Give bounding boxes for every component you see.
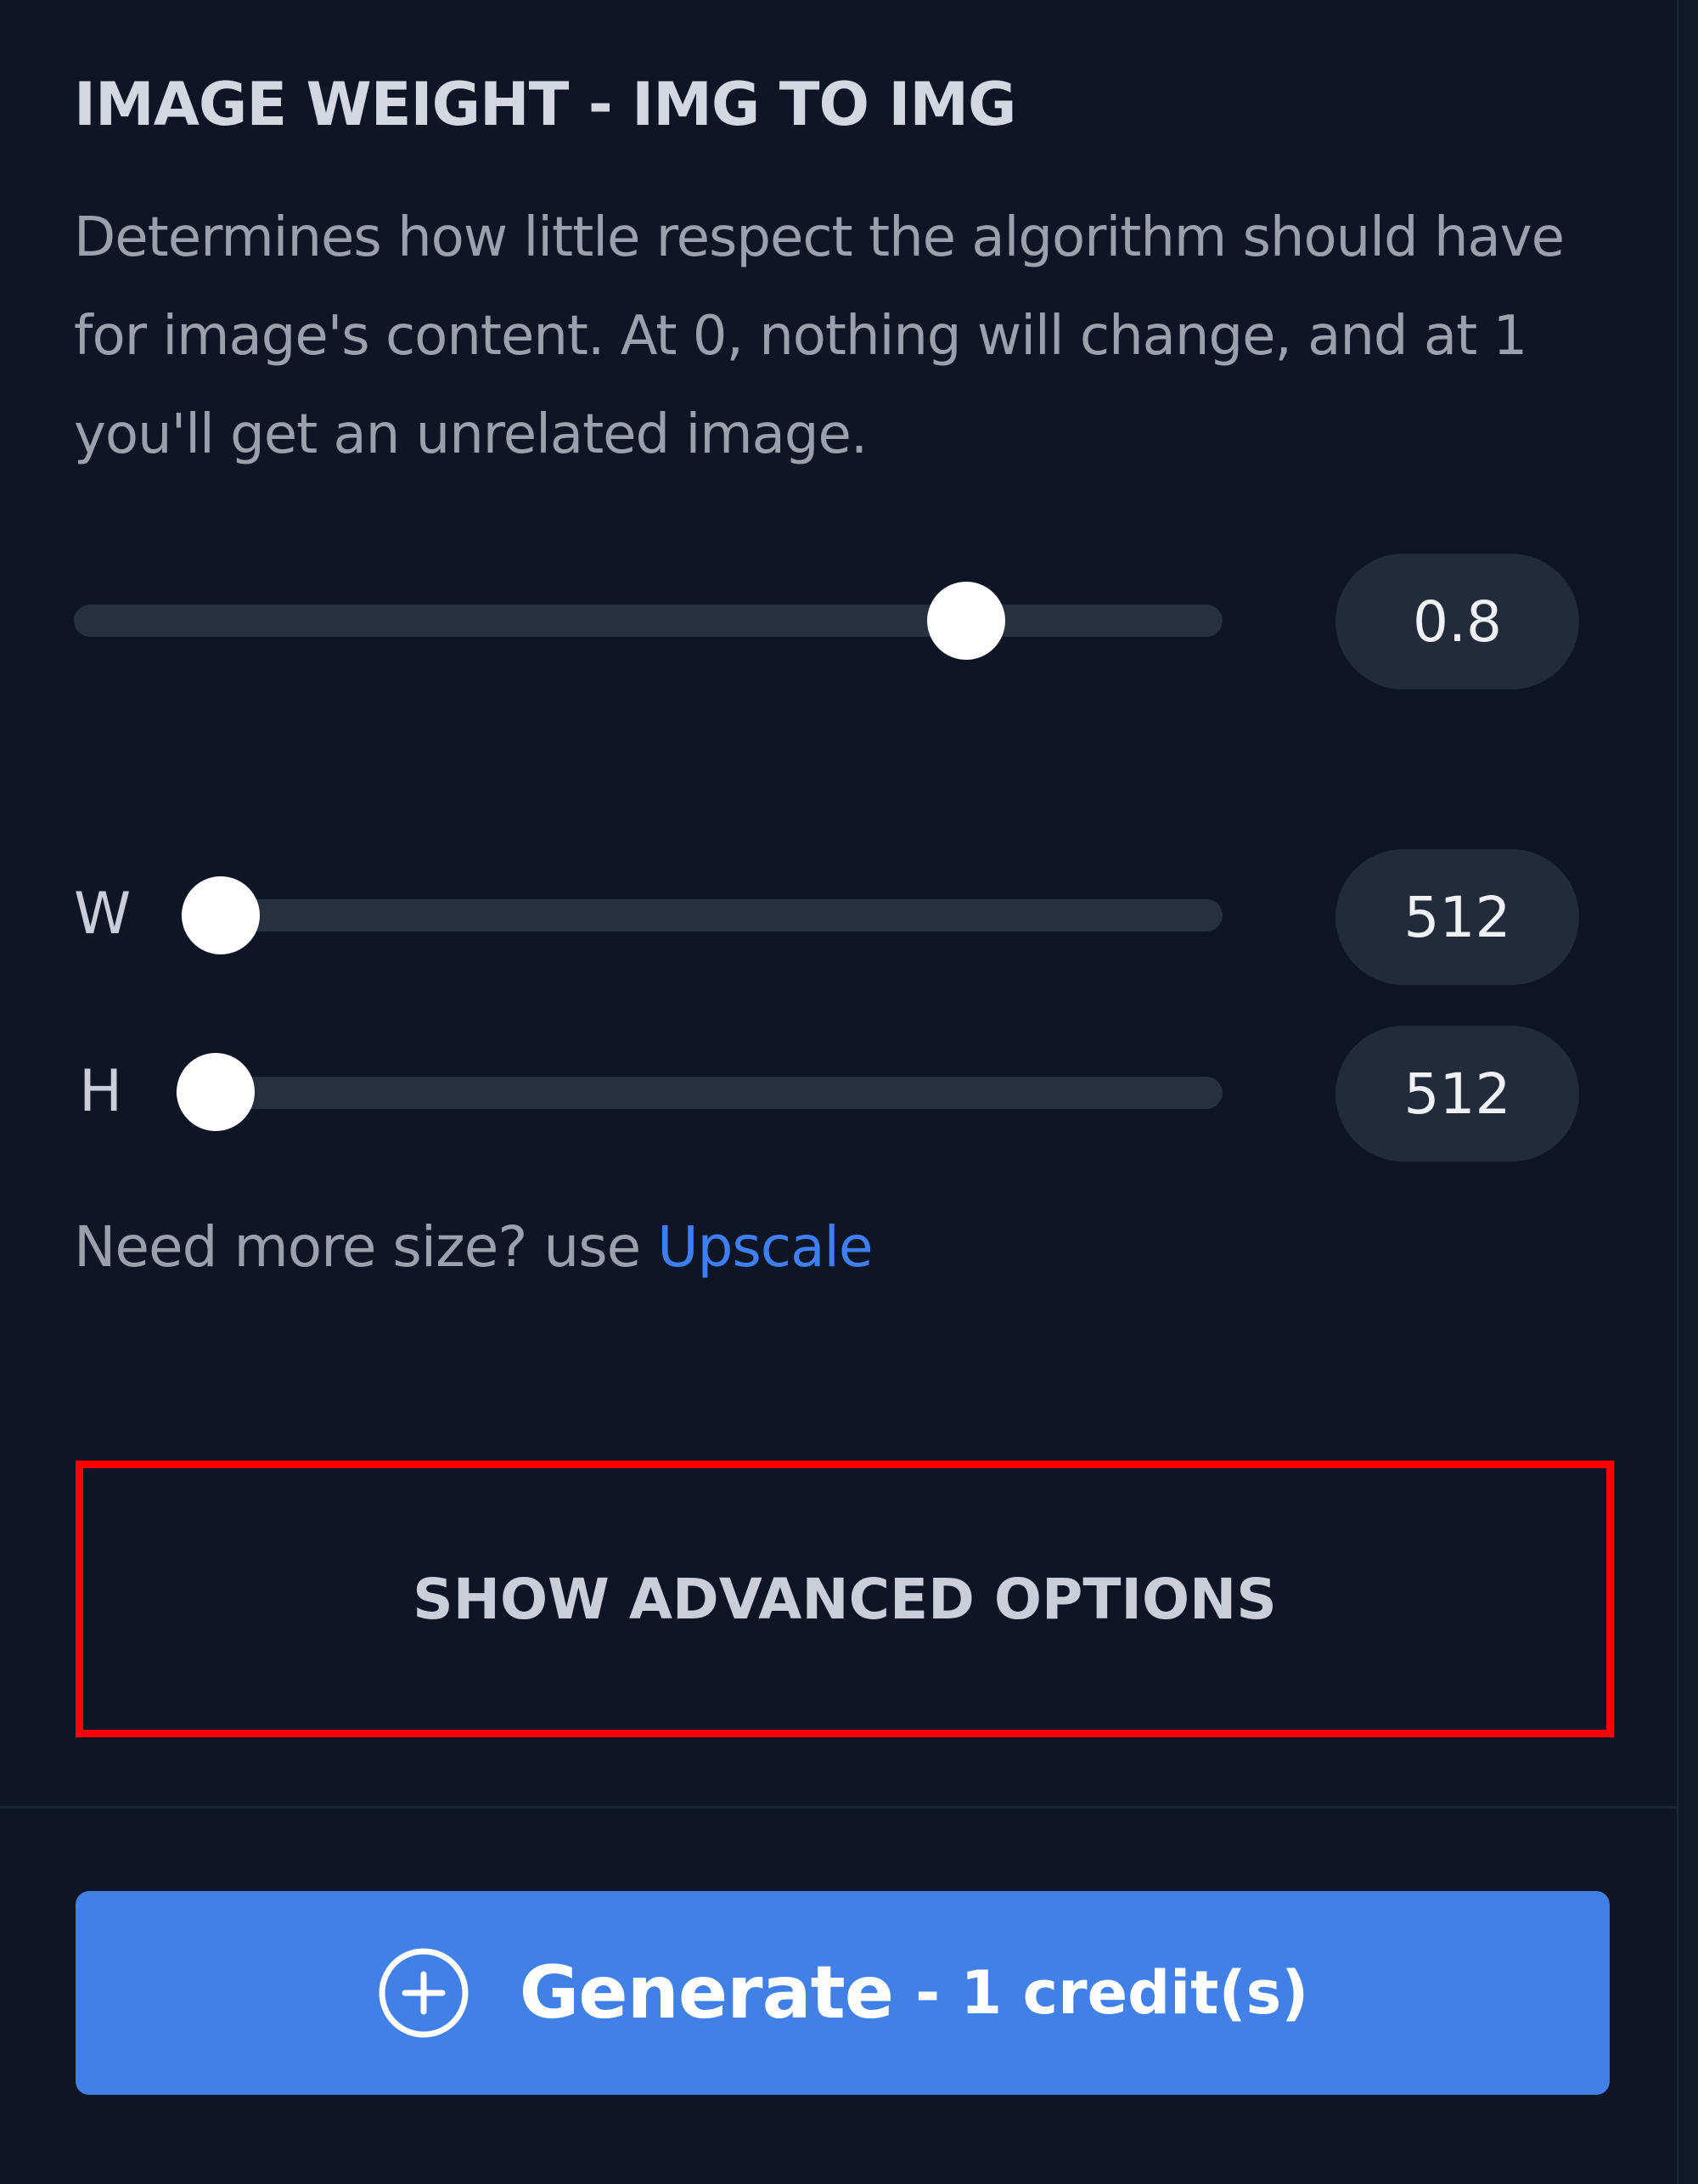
image-weight-slider-thumb[interactable] <box>927 582 1005 660</box>
plus-circle-icon <box>379 1948 469 2038</box>
upscale-hint-text: Need more size? use <box>74 1214 658 1280</box>
width-label: W <box>74 881 132 948</box>
image-weight-title: IMAGE WEIGHT - IMG TO IMG <box>74 70 1016 139</box>
generate-label: Generate <box>519 1950 894 2035</box>
height-slider-thumb[interactable] <box>177 1053 255 1131</box>
image-weight-value[interactable]: 0.8 <box>1335 554 1579 690</box>
settings-panel: IMAGE WEIGHT - IMG TO IMG Determines how… <box>0 0 1677 2184</box>
generate-button[interactable]: Generate - 1 credit(s) <box>76 1891 1610 2095</box>
width-slider-thumb[interactable] <box>182 876 260 954</box>
scrollbar-gutter <box>1677 0 1698 2184</box>
height-label: H <box>79 1058 123 1125</box>
generate-credits: - 1 credit(s) <box>915 1958 1309 2028</box>
width-slider-track[interactable] <box>181 899 1223 932</box>
footer-divider <box>0 1806 1677 1809</box>
image-weight-description: Determines how little respect the algori… <box>74 206 1565 466</box>
show-advanced-options-button[interactable]: SHOW ADVANCED OPTIONS <box>76 1461 1614 1737</box>
image-weight-slider-track[interactable] <box>74 605 1223 637</box>
height-value[interactable]: 512 <box>1335 1026 1579 1162</box>
width-value[interactable]: 512 <box>1335 849 1579 985</box>
upscale-link[interactable]: Upscale <box>657 1214 873 1280</box>
upscale-hint: Need more size? use Upscale <box>74 1214 873 1280</box>
height-slider-track[interactable] <box>176 1077 1223 1109</box>
